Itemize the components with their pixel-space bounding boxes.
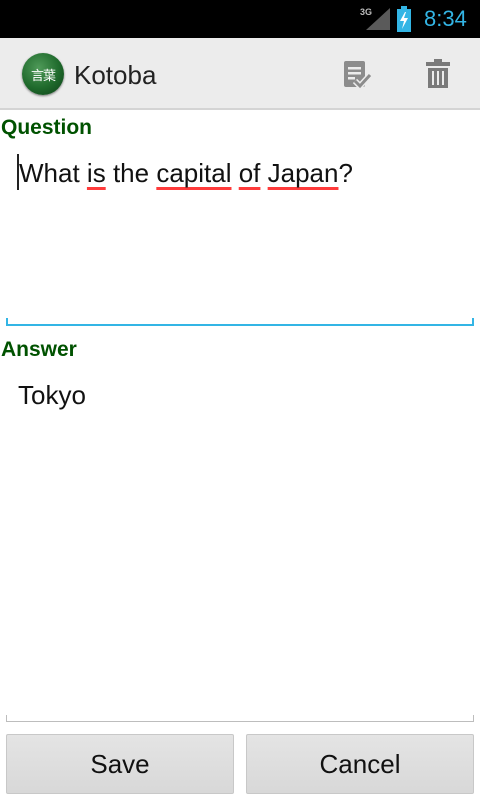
answer-underline	[6, 721, 474, 722]
status-bar: 3G 8:34	[0, 0, 480, 38]
done-button[interactable]	[336, 56, 376, 92]
answer-input[interactable]: Tokyo	[6, 370, 474, 722]
question-underline-tick	[6, 318, 8, 326]
question-text: What is the capital of Japan?	[19, 158, 353, 189]
trash-icon	[426, 59, 450, 88]
question-word-misspelled: Japan	[267, 158, 339, 188]
save-button[interactable]: Save	[6, 734, 234, 794]
delete-button[interactable]	[418, 56, 458, 92]
clock: 8:34	[424, 6, 467, 31]
question-mark: ?	[338, 158, 353, 188]
answer-label: Answer	[1, 338, 77, 361]
answer-underline-tick	[6, 715, 7, 722]
question-underline	[6, 324, 474, 326]
answer-underline-tick	[473, 715, 474, 722]
question-word: the	[112, 158, 150, 188]
question-word: What	[19, 158, 80, 188]
question-input[interactable]: What is the capital of Japan?	[6, 146, 474, 326]
signal-icon	[366, 8, 390, 30]
question-word-misspelled: capital	[156, 158, 232, 188]
cancel-button[interactable]: Cancel	[246, 734, 474, 794]
checklist-icon	[344, 61, 372, 90]
question-underline-tick	[472, 318, 474, 326]
question-word-misspelled: of	[238, 158, 261, 188]
answer-text: Tokyo	[18, 380, 86, 410]
action-bar: 言葉 Kotoba	[0, 38, 480, 110]
app-logo[interactable]: 言葉	[22, 53, 64, 95]
question-word-misspelled: is	[86, 158, 106, 188]
app-title: Kotoba	[74, 60, 157, 90]
battery-charging-icon	[397, 6, 411, 32]
question-label: Question	[1, 116, 93, 139]
